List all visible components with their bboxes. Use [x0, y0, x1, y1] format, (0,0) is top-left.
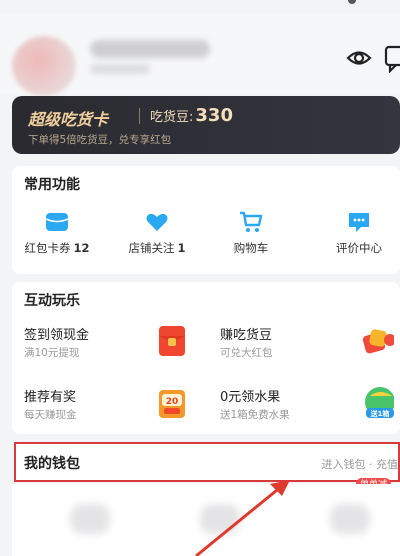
checkin-title: 签到领现金	[24, 328, 90, 343]
coupon-entry[interactable]: 红包卡券 12	[12, 210, 102, 260]
red-packet-icon	[159, 326, 185, 356]
referral-title: 推荐有奖	[24, 390, 77, 405]
followed-shops-entry[interactable]: 店铺关注 1	[112, 210, 202, 260]
referral-subtitle: 每天赚现金	[24, 409, 77, 421]
review-label: 评价中心	[336, 241, 382, 255]
cart-entry[interactable]: 购物车	[206, 210, 296, 260]
avatar[interactable]	[12, 36, 76, 96]
my-wallet-row[interactable]: 我的钱包 进入钱包 · 充值	[14, 442, 400, 482]
wallet-item-blurred	[330, 504, 370, 534]
username-blurred	[90, 40, 210, 58]
svg-text:送1箱: 送1箱	[370, 409, 390, 418]
checkin-cash-entry[interactable]: 签到领现金 满10元提现	[12, 322, 192, 372]
status-dot	[348, 0, 356, 4]
earn-beans-entry[interactable]: 赚吃货豆 可兑大红包	[208, 322, 394, 372]
followed-shops-label: 店铺关注 1	[128, 241, 186, 255]
checkin-subtitle: 满10元提现	[24, 347, 80, 359]
heart-icon	[146, 213, 168, 231]
wallet-title: 我的钱包	[24, 456, 80, 472]
common-functions-section: 常用功能 红包卡券 12 店铺关注 1 购物车 评价中心	[12, 166, 400, 274]
wallet-link[interactable]: 进入钱包 · 充值	[322, 456, 399, 472]
review-center-entry[interactable]: 评价中心	[314, 210, 400, 260]
beans-label: 吃货豆:	[150, 110, 194, 125]
super-foodie-card[interactable]: 超级吃货卡 吃货豆: 330 下单得5倍吃货豆，兑专享红包	[12, 96, 400, 154]
eye-icon[interactable]	[345, 45, 373, 71]
free-fruit-subtitle: 送1箱免费水果	[220, 409, 290, 421]
divider	[139, 108, 140, 124]
profile-header	[0, 14, 400, 96]
free-fruit-entry[interactable]: 0元领水果 送1箱免费水果 送1箱	[208, 384, 394, 434]
review-icon	[349, 213, 369, 232]
cart-icon	[240, 211, 263, 232]
coupon-icon	[45, 213, 69, 231]
wallet-item-blurred	[200, 504, 240, 534]
earn-beans-title: 赚吃货豆	[220, 328, 273, 343]
status-bar	[0, 0, 400, 14]
earn-beans-subtitle: 可兑大红包	[220, 347, 273, 359]
reward-icon: 20	[159, 390, 185, 418]
wallet-item-blurred	[70, 504, 110, 534]
free-fruit-title: 0元领水果	[220, 390, 281, 405]
super-card-subtitle: 下单得5倍吃货豆，兑专享红包	[28, 134, 172, 146]
beans-icon	[362, 329, 394, 354]
svg-text:20: 20	[166, 397, 179, 407]
section-title: 常用功能	[24, 177, 80, 193]
wallet-content-area	[12, 484, 400, 556]
user-subtitle-blurred	[90, 64, 150, 74]
cart-label: 购物车	[233, 241, 269, 255]
coupon-label: 红包卡券 12	[24, 241, 90, 255]
interactive-fun-section: 互动玩乐 签到领现金 满10元提现 赚吃货豆 可兑大红包 推荐有奖 每天赚现金 …	[12, 282, 400, 434]
beans-balance: 吃货豆: 330	[150, 105, 233, 126]
referral-reward-entry[interactable]: 推荐有奖 每天赚现金 20	[12, 384, 192, 434]
fruit-icon: 送1箱	[365, 387, 394, 418]
beans-value: 330	[195, 105, 233, 126]
message-icon[interactable]	[384, 43, 400, 73]
section-title: 互动玩乐	[24, 293, 80, 309]
super-card-title: 超级吃货卡	[28, 110, 109, 129]
